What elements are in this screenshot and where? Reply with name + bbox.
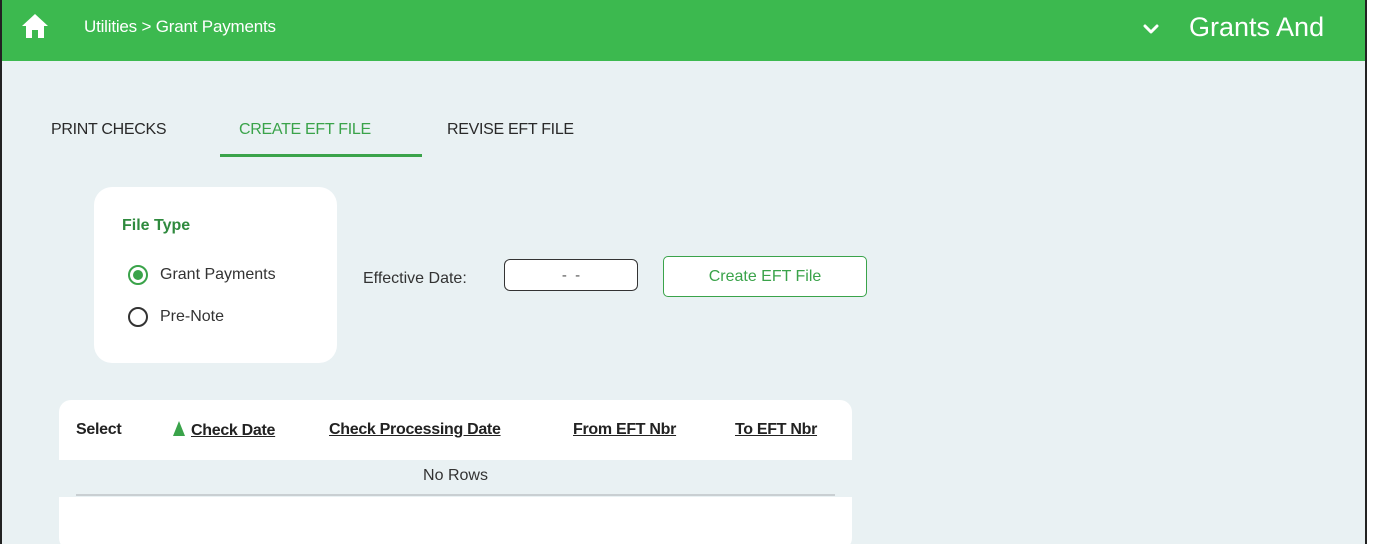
- breadcrumb: Utilities > Grant Payments: [84, 17, 276, 36]
- create-eft-file-button[interactable]: Create EFT File: [663, 256, 867, 297]
- app-frame: Utilities > Grant Payments Grants And PR…: [0, 0, 1367, 550]
- active-tab-indicator: [220, 154, 422, 157]
- radio-grant-payments[interactable]: Grant Payments: [128, 263, 276, 287]
- grid-header: Select Check Date Check Processing Date …: [59, 400, 852, 460]
- chevron-down-icon[interactable]: [1140, 18, 1162, 40]
- tab-print-checks[interactable]: PRINT CHECKS: [51, 118, 167, 156]
- home-icon[interactable]: [20, 12, 50, 40]
- no-rows-message: No Rows: [423, 467, 488, 484]
- effective-date-label: Effective Date:: [363, 270, 467, 287]
- sort-ascending-icon: [173, 421, 185, 436]
- top-bar: Utilities > Grant Payments Grants And: [2, 0, 1365, 61]
- file-type-panel: File Type Grant Payments Pre-Note: [94, 187, 337, 363]
- column-to-eft-nbr[interactable]: To EFT Nbr: [735, 421, 817, 439]
- column-check-date-label: Check Date: [191, 422, 276, 439]
- grid-divider: [76, 494, 835, 496]
- column-check-date[interactable]: Check Date: [173, 421, 275, 440]
- radio-button[interactable]: [128, 307, 148, 327]
- file-type-title: File Type: [122, 217, 191, 234]
- app-title[interactable]: Grants And: [1189, 12, 1324, 43]
- eft-grid: Select Check Date Check Processing Date …: [59, 400, 852, 550]
- column-check-processing-date[interactable]: Check Processing Date: [329, 421, 501, 439]
- radio-pre-note[interactable]: Pre-Note: [128, 305, 224, 329]
- effective-date-input[interactable]: [504, 259, 638, 291]
- radio-label-pre-note: Pre-Note: [160, 308, 225, 325]
- grid-body: No Rows: [59, 460, 852, 497]
- tab-create-eft-file[interactable]: CREATE EFT FILE: [239, 118, 371, 156]
- radio-button-selected[interactable]: [128, 265, 148, 285]
- column-select: Select: [76, 421, 122, 438]
- tab-revise-eft-file[interactable]: REVISE EFT FILE: [447, 118, 574, 156]
- column-from-eft-nbr[interactable]: From EFT Nbr: [573, 421, 676, 439]
- radio-label-grant-payments: Grant Payments: [160, 266, 276, 283]
